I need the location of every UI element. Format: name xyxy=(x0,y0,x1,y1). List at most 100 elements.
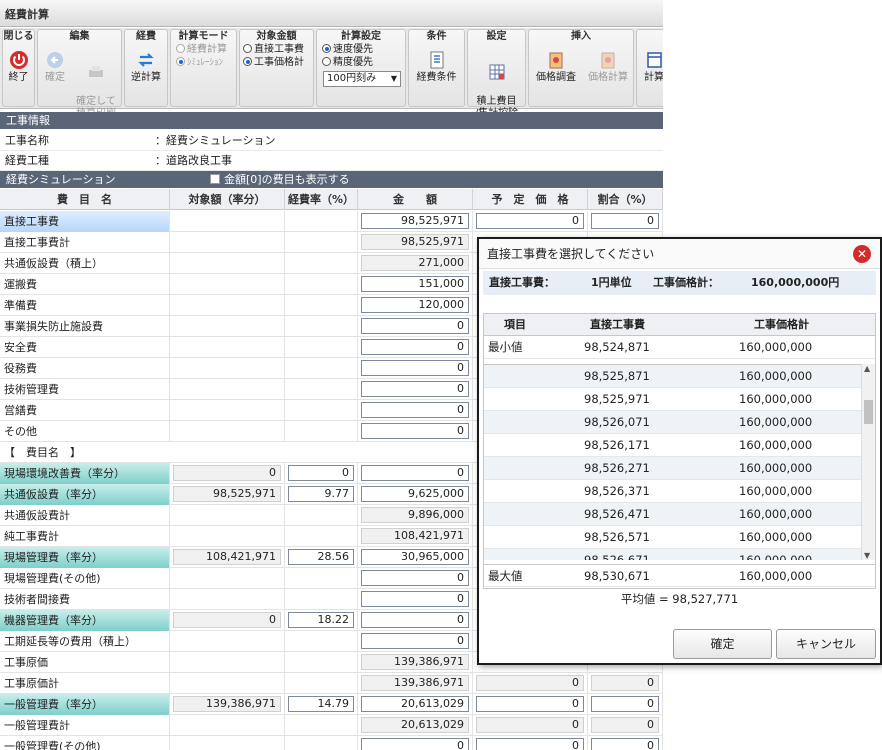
value-input[interactable]: 30,965,000 xyxy=(361,549,469,565)
min-row[interactable]: 最小値 98,524,871 160,000,000 xyxy=(484,336,875,359)
item-name: 事業損失防止施設費 xyxy=(0,316,170,337)
value-input[interactable]: 151,000 xyxy=(361,276,469,292)
cell-c3: 98,525,971 xyxy=(358,232,473,253)
value-input[interactable]: 0 xyxy=(361,612,469,628)
list-item[interactable]: 98,526,071 160,000,000 xyxy=(484,411,861,434)
value-input[interactable]: 9,625,000 xyxy=(361,486,469,502)
value-input[interactable]: 28.56 xyxy=(288,549,354,565)
list-item[interactable]: 98,525,871 160,000,000 xyxy=(484,365,861,388)
value-input[interactable]: 14.79 xyxy=(288,696,354,712)
value-input[interactable]: 20,613,029 xyxy=(361,696,469,712)
value-input[interactable]: 0 xyxy=(361,318,469,334)
scroll-up-icon[interactable]: ▲ xyxy=(864,364,870,373)
speed-priority-radio[interactable]: 速度優先 xyxy=(322,44,373,56)
value-input[interactable]: 0 xyxy=(361,381,469,397)
candidate-list[interactable]: 98,525,871 160,000,000 98,525,971 160,000,0… xyxy=(484,364,861,560)
accuracy-priority-radio[interactable]: 精度優先 xyxy=(322,57,373,69)
item-name: 直接工事費 xyxy=(0,211,170,232)
table-row[interactable]: 一般管理費(その他) 0 0 0 xyxy=(0,736,663,750)
value-input[interactable]: 0 xyxy=(476,213,584,229)
item-name: 現場環境改善費（率分） xyxy=(0,463,170,484)
value-input[interactable]: 0 xyxy=(361,633,469,649)
price-calc-button[interactable]: 価格計算 xyxy=(583,50,633,84)
value-input[interactable]: 0 xyxy=(476,738,584,750)
readonly-value: 108,421,971 xyxy=(173,549,281,565)
value-input[interactable]: 0 xyxy=(591,696,659,712)
col-header-planned: 予 定 価 格 xyxy=(473,189,588,210)
value-input[interactable]: 0 xyxy=(361,570,469,586)
cell-c3: 0 xyxy=(358,463,473,484)
value-input[interactable]: 0 xyxy=(361,402,469,418)
confirm-button[interactable]: 確定 xyxy=(673,629,772,659)
total-value: 160,000,000 xyxy=(739,507,813,521)
readonly-value: 0 xyxy=(173,612,281,628)
direct-cost-value: 98,525,871 xyxy=(584,369,650,383)
exit-button[interactable]: 終了 xyxy=(3,50,34,84)
readonly-value: 98,525,971 xyxy=(361,234,469,250)
direct-cost-value: 98,526,171 xyxy=(584,438,650,452)
close-icon[interactable]: ✕ xyxy=(853,245,871,263)
candidate-scrollbar[interactable]: ▲ ▼ xyxy=(861,364,875,560)
cell-c3: 0 xyxy=(358,337,473,358)
price-survey-button[interactable]: 価格調査 xyxy=(531,50,581,84)
list-item[interactable]: 98,526,371 160,000,000 xyxy=(484,480,861,503)
table-row[interactable]: 直接工事費 98,525,971 0 0 xyxy=(0,211,663,232)
target-total-radio[interactable]: 工事価格計 xyxy=(243,57,304,69)
radio-label: ｼﾐｭﾚｰｼｮﾝ xyxy=(187,58,224,68)
total-value: 160,000,000 xyxy=(739,415,813,429)
target-direct-radio[interactable]: 直接工事費 xyxy=(243,44,304,56)
cell-c1: 108,421,971 xyxy=(170,547,285,568)
calc-mode-sim-radio[interactable]: ｼﾐｭﾚｰｼｮﾝ xyxy=(176,57,223,69)
value-input[interactable]: 0 xyxy=(591,213,659,229)
cancel-button[interactable]: キャンセル xyxy=(776,629,876,659)
scroll-thumb[interactable] xyxy=(864,400,873,424)
cell-c3: 0 xyxy=(358,379,473,400)
rounding-select[interactable]: 100円刻み ▼ xyxy=(323,71,401,87)
cell-c2: 14.79 xyxy=(285,694,358,715)
confirm-button[interactable]: 確定 xyxy=(40,50,70,84)
list-item[interactable]: 98,526,471 160,000,000 xyxy=(484,503,861,526)
table-row[interactable]: 一般管理費（率分） 139,386,971 14.79 20,613,029 0 0 xyxy=(0,694,663,715)
list-item[interactable]: 98,526,571 160,000,000 xyxy=(484,526,861,549)
item-name: 現場管理費(その他) xyxy=(0,568,170,589)
stacked-items-button[interactable]: 積上費目 /集計控除 xyxy=(468,50,525,120)
value-input[interactable]: 0 xyxy=(361,360,469,376)
table-row[interactable]: 工事原価計 139,386,971 0 0 xyxy=(0,673,663,694)
cell-c5: 0 xyxy=(588,673,663,694)
reverse-calc-button[interactable]: 逆計算 xyxy=(125,50,167,84)
scroll-down-icon[interactable]: ▼ xyxy=(864,551,870,560)
item-name: 直接工事費計 xyxy=(0,232,170,253)
calc-mode-expense-radio[interactable]: 経費計算 xyxy=(176,44,227,56)
item-name: 営繕費 xyxy=(0,400,170,421)
list-item[interactable]: 98,526,271 160,000,000 xyxy=(484,457,861,480)
value-input[interactable]: 0 xyxy=(591,738,659,750)
value-input[interactable]: 9.77 xyxy=(288,486,354,502)
list-item[interactable]: 98,525,971 160,000,000 xyxy=(484,388,861,411)
value-input[interactable]: 0 xyxy=(361,465,469,481)
list-item[interactable]: 98,526,171 160,000,000 xyxy=(484,434,861,457)
cell-c3: 98,525,971 xyxy=(358,211,473,232)
col-header-item: 項目 xyxy=(504,318,526,331)
value-input[interactable]: 18.22 xyxy=(288,612,354,628)
list-item[interactable]: 98,526,671 160,000,000 xyxy=(484,549,861,560)
show-zero-checkbox[interactable]: 金額[0]の費目も表示する xyxy=(210,171,350,188)
value-input[interactable]: 0 xyxy=(361,738,469,750)
col-header-amount: 金 額 xyxy=(358,189,473,210)
table-row[interactable]: 一般管理費計 20,613,029 0 0 xyxy=(0,715,663,736)
col-header-direct: 直接工事費 xyxy=(590,318,645,331)
value-input[interactable]: 120,000 xyxy=(361,297,469,313)
cell-c2 xyxy=(285,274,358,295)
value-input[interactable]: 0 xyxy=(361,423,469,439)
calc-button[interactable]: 計算 xyxy=(639,50,663,84)
cell-c1 xyxy=(170,421,285,442)
cell-c3: 0 xyxy=(358,610,473,631)
value-input[interactable]: 0 xyxy=(288,465,354,481)
group-label: 閉じる xyxy=(3,31,34,42)
confirm-print-button[interactable]: 確定して 積算印刷 xyxy=(71,50,121,120)
value-input[interactable]: 0 xyxy=(361,591,469,607)
max-row[interactable]: 最大値 98,530,671 160,000,000 xyxy=(484,564,875,587)
value-input[interactable]: 0 xyxy=(476,696,584,712)
expense-condition-button[interactable]: 経費条件 xyxy=(409,50,464,84)
value-input[interactable]: 98,525,971 xyxy=(361,213,469,229)
value-input[interactable]: 0 xyxy=(361,339,469,355)
